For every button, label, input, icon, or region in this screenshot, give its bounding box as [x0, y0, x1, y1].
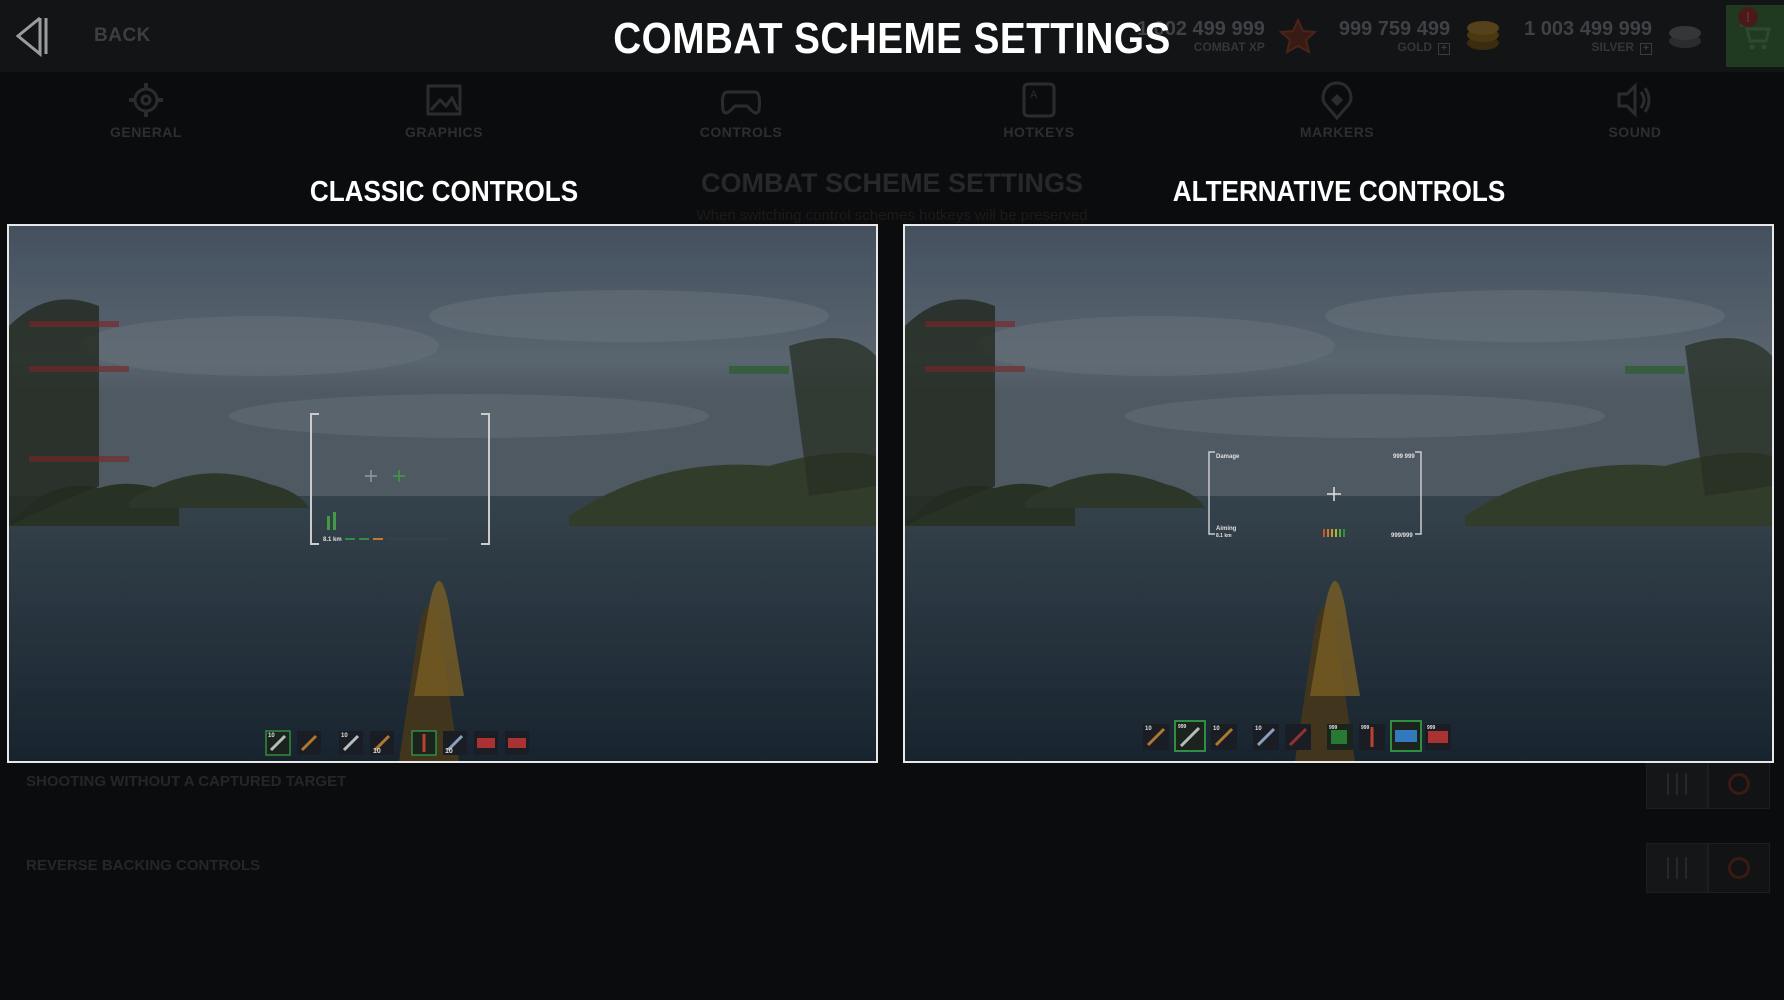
classic-controls-heading: CLASSIC CONTROLS [309, 176, 579, 208]
setting-label: REVERSE BACKING CONTROLS [26, 857, 261, 874]
section-subtitle: When switching control schemes hotkeys w… [696, 207, 1088, 224]
setting-reverse-backing: REVERSE BACKING CONTROLS [0, 833, 1784, 903]
tab-general[interactable]: GENERAL [66, 80, 226, 150]
classic-preview-image: 8.1 km 10 10 10 10 [9, 226, 876, 761]
alternative-controls-option[interactable]: Damage 999 999 Aiming 8.1 km 999/999 10 … [903, 224, 1774, 763]
off-ring-icon [1728, 857, 1750, 879]
tab-label: GRAPHICS [405, 124, 483, 140]
tab-markers[interactable]: MARKERS [1257, 80, 1417, 150]
speaker-icon [1617, 82, 1651, 118]
shop-cart-button[interactable]: ! [1726, 5, 1784, 67]
alternative-controls-heading: ALTERNATIVE CONTROLS [1172, 176, 1506, 208]
tab-label: CONTROLS [699, 124, 783, 140]
classic-controls-option[interactable]: 8.1 km 10 10 10 10 [7, 224, 878, 763]
cart-alert-badge: ! [1738, 7, 1758, 27]
off-ring-icon [1728, 773, 1750, 795]
on-bars-icon [1667, 857, 1687, 879]
picture-icon [426, 84, 462, 116]
toggle-on-option[interactable] [1646, 843, 1708, 893]
svg-text:A: A [1030, 89, 1038, 101]
tab-hotkeys[interactable]: A HOTKEYS [959, 80, 1119, 150]
tab-graphics[interactable]: GRAPHICS [364, 80, 524, 150]
settings-tabs: GENERAL GRAPHICS CONTROLS A HOTKEYS MARK… [0, 80, 1784, 150]
gear-icon [129, 83, 163, 117]
tab-controls[interactable]: CONTROLS [661, 80, 821, 150]
toggle-on-option[interactable] [1646, 759, 1708, 809]
tab-label: HOTKEYS [1003, 124, 1075, 140]
setting-label: SHOOTING WITHOUT A CAPTURED TARGET [26, 773, 347, 790]
tab-label: GENERAL [110, 124, 182, 140]
toggle-off-option[interactable] [1708, 843, 1770, 893]
shooting-without-target-toggle[interactable] [1646, 759, 1770, 809]
reverse-backing-toggle[interactable] [1646, 843, 1770, 893]
alternative-preview-image: Damage 999 999 Aiming 8.1 km 999/999 10 … [905, 226, 1772, 761]
marker-icon [1321, 81, 1353, 120]
on-bars-icon [1667, 773, 1687, 795]
page-title: COMBAT SCHEME SETTINGS [613, 14, 1171, 63]
key-icon: A [1022, 82, 1056, 118]
tab-label: MARKERS [1299, 124, 1375, 140]
tab-label: SOUND [1608, 124, 1662, 140]
gamepad-icon [721, 90, 761, 115]
toggle-off-option[interactable] [1708, 759, 1770, 809]
tab-sound[interactable]: SOUND [1555, 80, 1715, 150]
back-arrow-icon [15, 16, 48, 58]
